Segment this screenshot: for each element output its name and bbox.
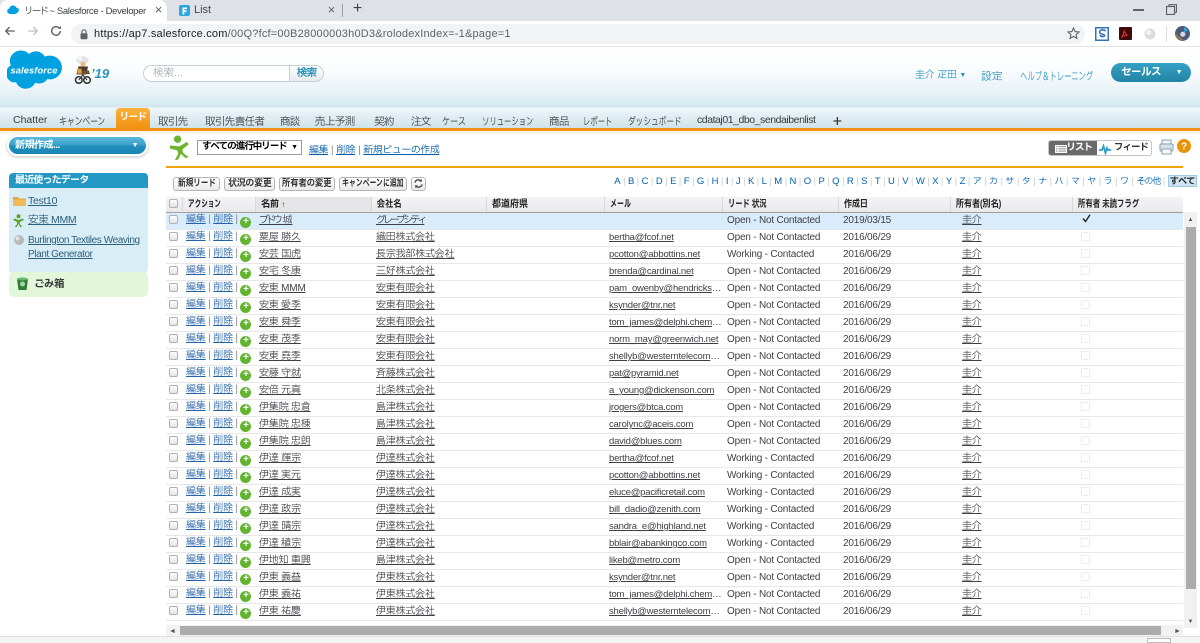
svg-text:salesforce: salesforce bbox=[11, 66, 58, 76]
svg-text:?: ? bbox=[1181, 142, 1187, 153]
